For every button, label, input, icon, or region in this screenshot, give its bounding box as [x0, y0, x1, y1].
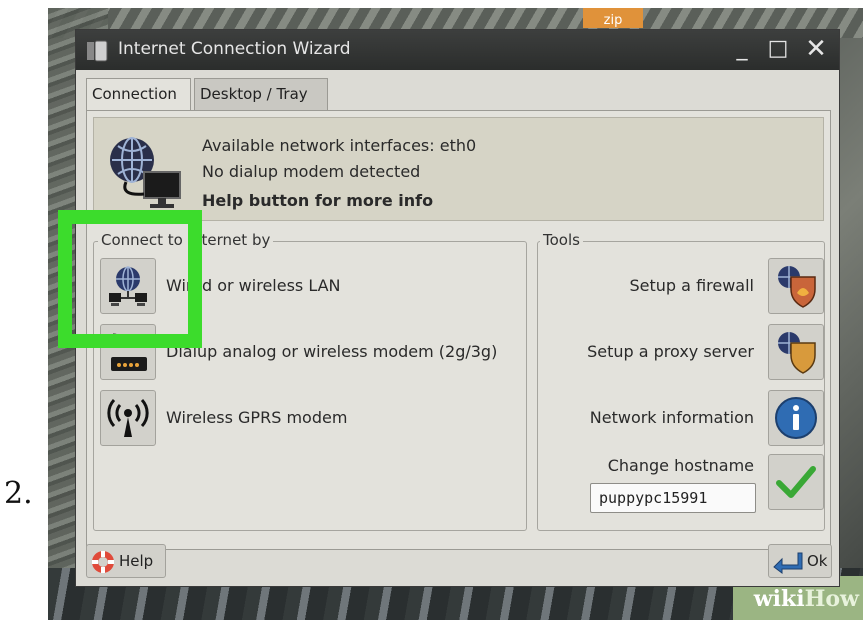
tab-desktop-tray[interactable]: Desktop / Tray	[194, 78, 328, 110]
tab-connection[interactable]: Connection	[86, 78, 191, 112]
desktop-zip-icon[interactable]: zip	[583, 8, 643, 28]
info-help-hint: Help button for more info	[202, 191, 434, 210]
apply-hostname-button[interactable]	[768, 454, 824, 510]
help-button-label: Help	[119, 552, 154, 570]
hostname-input[interactable]	[590, 483, 756, 513]
close-button[interactable]: ✕	[802, 35, 830, 63]
help-button[interactable]: Help	[86, 544, 166, 578]
window-titlebar[interactable]: Internet Connection Wizard _ □ ✕	[76, 30, 839, 70]
ok-button[interactable]: Ok	[768, 544, 832, 578]
checkmark-icon	[776, 466, 816, 498]
tools-group-legend: Tools	[540, 231, 583, 249]
lifebuoy-icon	[92, 551, 114, 573]
enter-arrow-icon	[773, 552, 803, 574]
tools-group: Tools Setup a firewall Setup a proxy ser…	[537, 231, 825, 531]
proxy-label: Setup a proxy server	[587, 342, 754, 361]
antenna-icon	[107, 398, 149, 437]
window-app-icon	[87, 40, 108, 62]
info-panel: Available network interfaces: eth0 No di…	[93, 117, 824, 221]
network-info-label: Network information	[589, 408, 754, 427]
change-hostname-label: Change hostname	[607, 456, 754, 475]
info-modem-status: No dialup modem detected	[202, 162, 421, 181]
network-info-button[interactable]	[768, 390, 824, 446]
firewall-label: Setup a firewall	[629, 276, 754, 295]
proxy-shield-icon	[778, 332, 816, 374]
window-title: Internet Connection Wizard	[118, 39, 351, 59]
watermark-part2: How	[804, 586, 859, 612]
maximize-button[interactable]: □	[764, 35, 792, 63]
step-number: 2.	[4, 476, 33, 511]
watermark-part1: wiki	[753, 586, 805, 612]
ok-button-label: Ok	[807, 552, 828, 570]
info-icon	[775, 397, 817, 439]
dialup-modem-label: Dialup analog or wireless modem (2g/3g)	[166, 342, 498, 361]
firewall-shield-icon	[778, 266, 816, 308]
setup-proxy-button[interactable]	[768, 324, 824, 380]
wireless-gprs-label: Wireless GPRS modem	[166, 408, 348, 427]
wireless-gprs-button[interactable]	[100, 390, 156, 446]
green-highlight-box	[58, 210, 202, 348]
network-computer-icon	[110, 137, 181, 208]
setup-firewall-button[interactable]	[768, 258, 824, 314]
info-interfaces: Available network interfaces: eth0	[202, 136, 477, 155]
minimize-button[interactable]: _	[728, 35, 756, 63]
